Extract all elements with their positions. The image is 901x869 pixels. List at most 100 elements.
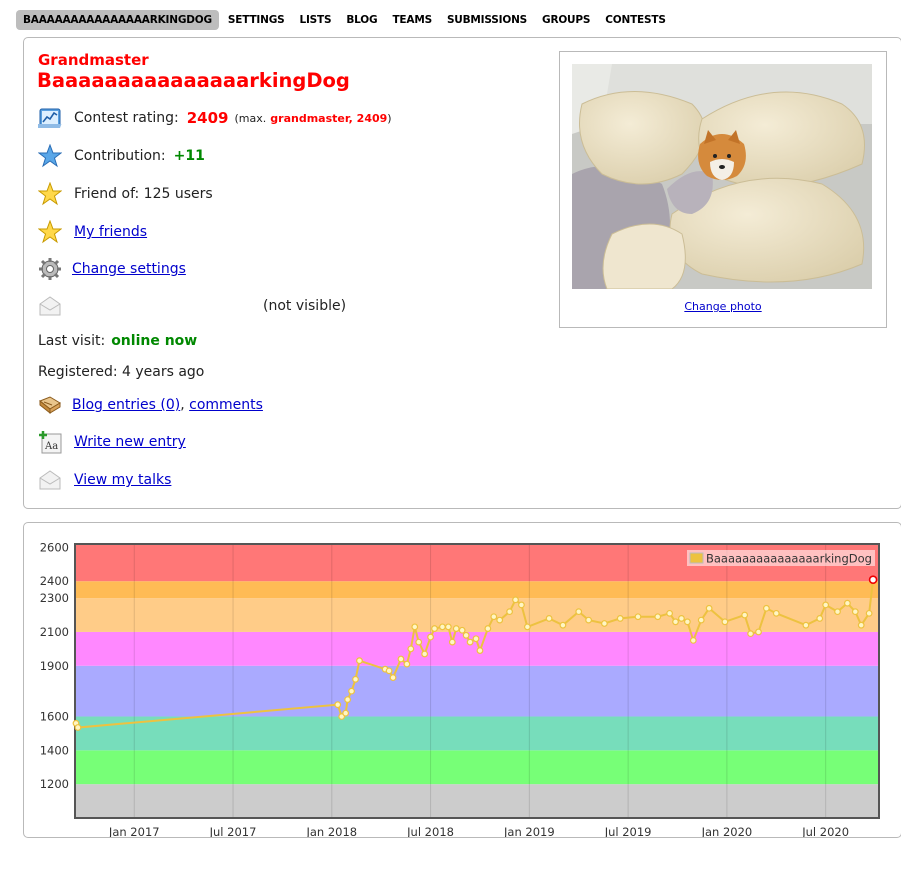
rating-value: 2409	[186, 109, 229, 127]
rating-point	[705, 604, 713, 612]
rating-point	[512, 596, 519, 604]
contribution-value: +11	[173, 148, 205, 164]
email-value: (not visible)	[263, 298, 347, 314]
rating-point	[721, 618, 729, 626]
rating-point	[458, 626, 466, 634]
last-visit-row: Last visit: online now	[38, 333, 197, 349]
x-tick-label: Jan 2017	[108, 825, 160, 837]
rating-point	[348, 687, 355, 695]
rating-band	[75, 750, 879, 785]
y-tick-label: 1600	[40, 710, 69, 724]
rating-point	[545, 615, 553, 622]
rating-point	[772, 609, 780, 617]
rating-point	[868, 575, 878, 584]
rating-band	[75, 784, 879, 818]
blog-entries-link[interactable]: Blog entries (0)	[72, 397, 180, 413]
rating-point	[601, 620, 608, 627]
rating-point	[747, 630, 754, 638]
rating-chart-icon	[38, 108, 62, 128]
rating-point	[385, 667, 393, 675]
rating-point	[431, 625, 438, 632]
change-settings-link[interactable]: Change settings	[72, 261, 186, 277]
user-handle[interactable]: BaaaaaaaaaaaaaaarkingDog	[37, 69, 350, 92]
rating-point	[755, 628, 762, 636]
my-friends-link[interactable]: My friends	[74, 224, 147, 240]
nav-teams[interactable]: TEAMS	[392, 14, 432, 26]
max-prefix: (max.	[234, 111, 267, 125]
x-tick-label: Jul 2020	[801, 825, 849, 837]
rating-point	[407, 645, 415, 653]
view-talks-link[interactable]: View my talks	[74, 472, 171, 488]
rating-point	[802, 621, 810, 629]
registered-row: Registered: 4 years ago	[38, 364, 204, 380]
rating-point	[411, 623, 419, 631]
nav-lists[interactable]: LISTS	[299, 14, 331, 26]
x-tick-label: Jul 2017	[209, 825, 257, 837]
rating-point	[654, 613, 662, 621]
svg-text:Aa: Aa	[44, 441, 58, 452]
rating-point	[444, 623, 452, 631]
gold-star-icon	[38, 182, 62, 206]
rating-point	[857, 621, 865, 629]
nav-contests[interactable]: CONTESTS	[605, 14, 666, 26]
rating-point	[397, 655, 405, 663]
gold-star-icon	[38, 220, 62, 244]
rating-point	[689, 637, 697, 644]
rating-point	[843, 599, 851, 607]
rating-point	[678, 615, 685, 622]
rating-point	[334, 701, 342, 709]
rating-label: Contest rating:	[74, 110, 179, 126]
rating-point	[559, 621, 567, 629]
nav-blog[interactable]: BLOG	[346, 14, 377, 26]
rating-band	[75, 716, 879, 751]
email-row: (not visible)	[38, 294, 346, 318]
blog-row: Blog entries (0), comments	[38, 393, 263, 417]
rating-band	[75, 598, 879, 632]
rating-point	[763, 604, 770, 612]
x-tick-label: Jan 2019	[503, 825, 555, 837]
rating-point	[421, 650, 429, 658]
rating-point	[356, 657, 363, 665]
y-tick-label: 2400	[40, 574, 69, 588]
nav-groups[interactable]: GROUPS	[542, 14, 590, 26]
comma-separator: ,	[180, 397, 190, 413]
rating-point	[672, 618, 679, 626]
y-tick-label: 2300	[40, 591, 69, 605]
my-friends-row: My friends	[38, 220, 147, 244]
nav-profile[interactable]: BAAAAAAAAAAAAAAARKINGDOG	[16, 10, 219, 30]
nav-submissions[interactable]: SUBMISSIONS	[447, 14, 527, 26]
contest-rating-row: Contest rating: 2409 (max. grandmaster, …	[38, 106, 392, 130]
rating-point	[616, 615, 624, 622]
nav-settings[interactable]: SETTINGS	[228, 14, 285, 26]
max-rank: grandmaster, 2409	[270, 111, 388, 125]
x-tick-label: Jan 2018	[305, 825, 357, 837]
rating-point	[415, 638, 423, 646]
rating-point	[484, 625, 492, 632]
rating-point	[452, 625, 460, 632]
envelope-icon	[39, 470, 61, 490]
write-entry-link[interactable]: Write new entry	[74, 434, 186, 450]
rating-point	[496, 616, 504, 624]
friend-of-text: Friend of: 125 users	[74, 186, 213, 202]
rating-point	[427, 633, 434, 641]
registered-text: Registered: 4 years ago	[38, 364, 205, 380]
rating-point	[403, 660, 411, 668]
rating-point	[490, 613, 498, 621]
envelope-icon	[39, 296, 61, 316]
rating-point	[697, 616, 705, 624]
x-tick-label: Jul 2019	[604, 825, 652, 837]
y-tick-label: 1200	[40, 777, 69, 791]
top-nav: BAAAAAAAAAAAAAAARKINGDOG SETTINGS LISTS …	[16, 10, 681, 30]
comments-link[interactable]: comments	[189, 397, 263, 413]
rating-chart: 1200 1400 1600 1900 2100 2300 2400 2600 Jan 2017…	[40, 540, 880, 839]
rating-point	[666, 609, 674, 617]
rating-band	[75, 665, 879, 717]
rating-point	[822, 601, 830, 609]
change-photo-link[interactable]: Change photo	[684, 300, 761, 313]
rating-point	[741, 611, 749, 619]
max-suffix: )	[387, 111, 392, 125]
y-tick-label: 2100	[40, 625, 69, 639]
legend-label: BaaaaaaaaaaaaaaarkingDog	[706, 552, 872, 566]
rating-point	[448, 638, 456, 646]
contribution-row: Contribution: +11	[38, 144, 205, 168]
